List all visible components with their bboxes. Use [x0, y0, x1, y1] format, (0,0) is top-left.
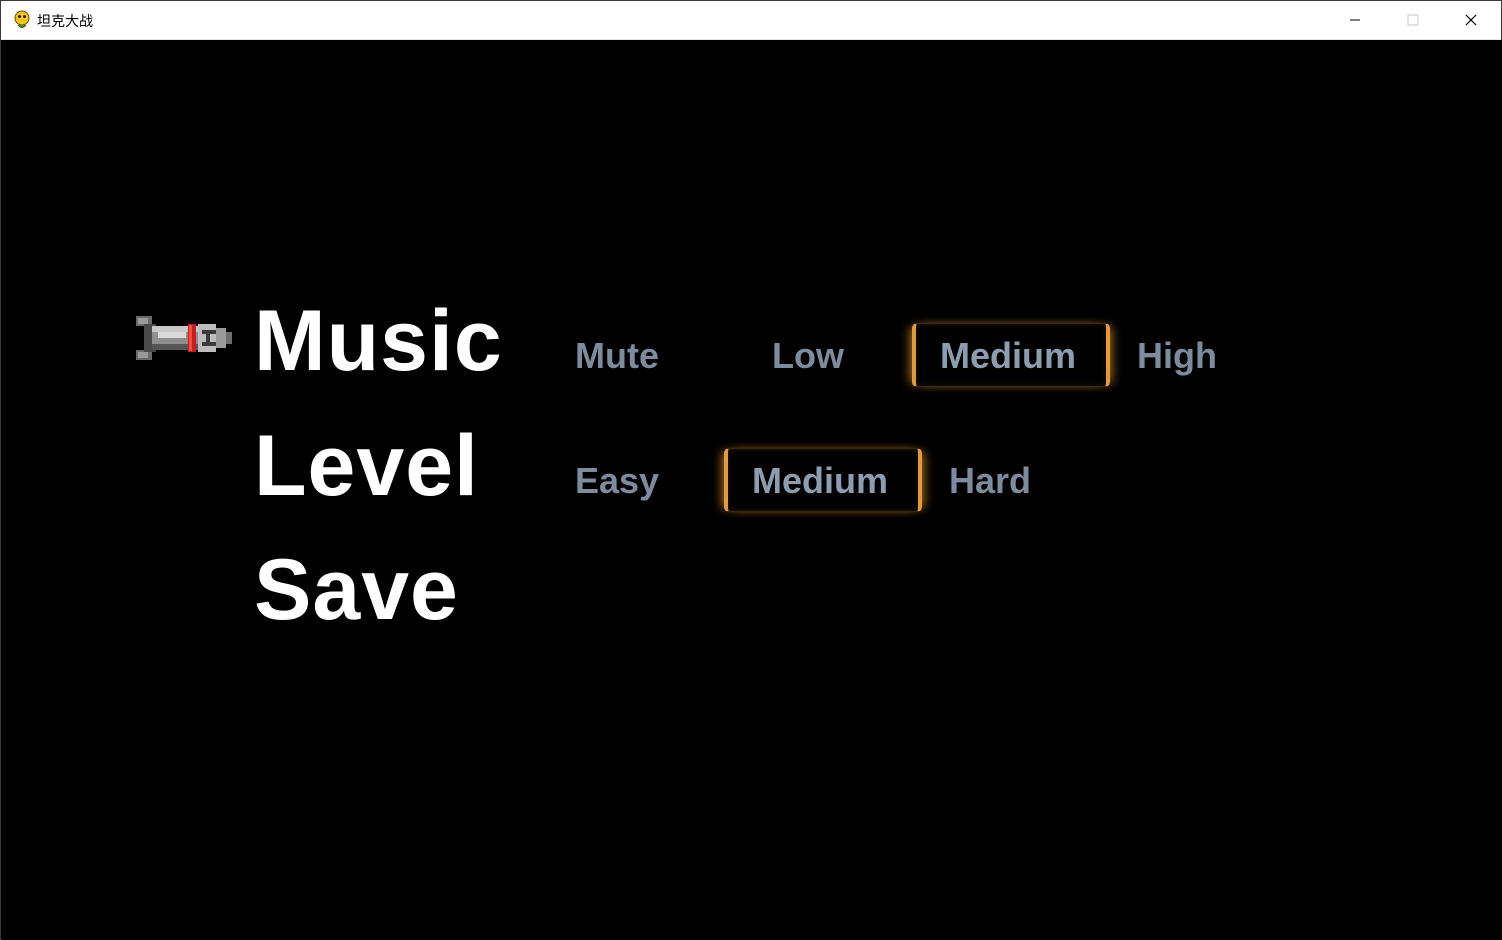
window-title: 坦克大战: [37, 14, 93, 30]
save-label[interactable]: Save: [254, 547, 459, 633]
title-bar[interactable]: 坦克大战: [1, 1, 1501, 40]
level-option-hard[interactable]: Hard: [949, 463, 1031, 499]
maximize-icon: [1407, 14, 1419, 26]
close-icon: [1465, 14, 1477, 26]
level-label[interactable]: Level: [254, 423, 479, 509]
maximize-button[interactable]: [1384, 1, 1442, 39]
level-option-medium[interactable]: Medium: [752, 463, 888, 499]
game-canvas: Music Level Save Mute Low Medium High Ea…: [2, 40, 1502, 940]
close-button[interactable]: [1442, 1, 1500, 39]
music-option-low[interactable]: Low: [772, 338, 844, 374]
minimize-button[interactable]: [1326, 1, 1384, 39]
music-option-mute[interactable]: Mute: [575, 338, 659, 374]
level-option-easy[interactable]: Easy: [575, 463, 659, 499]
music-option-medium[interactable]: Medium: [940, 338, 1076, 374]
music-label[interactable]: Music: [254, 298, 503, 384]
music-option-high[interactable]: High: [1137, 338, 1217, 374]
minimize-icon: [1350, 19, 1360, 21]
bullet-icon: [136, 316, 232, 360]
game-window: 坦克大战 Music Level Save Mute Low Medium Hi…: [0, 0, 1502, 940]
python-snake-icon: [14, 10, 30, 28]
